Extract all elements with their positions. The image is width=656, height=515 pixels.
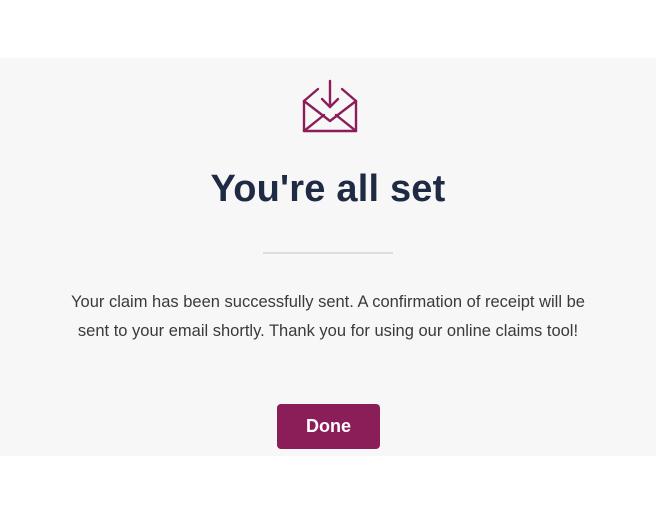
confirmation-message: Your claim has been successfully sent. A…	[0, 288, 656, 346]
confirmation-panel: You're all set Your claim has been succe…	[0, 58, 656, 456]
divider	[263, 252, 393, 254]
message-line-1: Your claim has been successfully sent. A…	[71, 293, 585, 311]
envelope-download-icon	[300, 79, 360, 135]
message-line-2: sent to your email shortly. Thank you fo…	[77, 322, 579, 340]
page-title: You're all set	[210, 168, 446, 210]
page: You're all set Your claim has been succe…	[0, 0, 656, 515]
done-button[interactable]: Done	[277, 404, 380, 449]
